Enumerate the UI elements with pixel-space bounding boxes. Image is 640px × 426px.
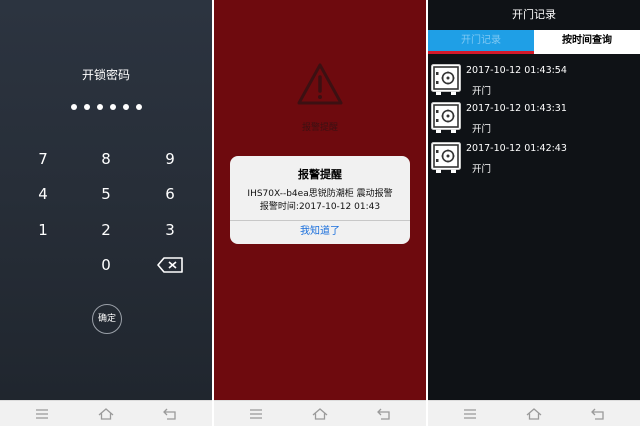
- password-dot: [96, 104, 103, 110]
- menu-icon[interactable]: [458, 405, 482, 423]
- back-icon[interactable]: [586, 405, 610, 423]
- menu-icon[interactable]: [30, 405, 54, 423]
- alarm-dialog: 报警提醒 IHS70X--b4ea思锐防潮柜 震动报警 报警时间:2017-10…: [230, 156, 410, 244]
- safe-icon: [430, 141, 462, 175]
- safe-icon: [430, 101, 462, 135]
- key-2[interactable]: 2: [86, 217, 126, 243]
- password-dot: [135, 104, 142, 110]
- records-screen: 开门记录 开门记录 按时间查询 2017-10-12 01:43:54 开门 2…: [428, 0, 640, 426]
- acknowledge-button[interactable]: 我知道了: [230, 220, 410, 244]
- record-time: 2017-10-12 01:42:43: [466, 143, 567, 154]
- dialog-message-line: IHS70X--b4ea思锐防潮柜 震动报警: [247, 189, 393, 199]
- password-dot: [109, 104, 116, 110]
- android-nav-bar: [0, 400, 212, 426]
- dialog-message-line: 报警时间:2017-10-12 01:43: [259, 202, 381, 212]
- safe-icon: [430, 63, 462, 97]
- key-6[interactable]: 6: [150, 181, 190, 207]
- record-time: 2017-10-12 01:43:31: [466, 103, 567, 114]
- back-icon[interactable]: [372, 405, 396, 423]
- record-action: 开门: [472, 86, 492, 97]
- unlock-title: 开锁密码: [81, 68, 130, 82]
- confirm-button[interactable]: 确定: [92, 304, 122, 334]
- password-dot: [83, 104, 90, 110]
- key-3[interactable]: 3: [150, 217, 190, 243]
- android-nav-bar: [214, 400, 426, 426]
- alarm-screen: 报警提醒 报警提醒 IHS70X--b4ea思锐防潮柜 震动报警 报警时间:20…: [214, 0, 426, 426]
- record-time: 2017-10-12 01:43:54: [466, 65, 567, 76]
- password-dot: [122, 104, 129, 110]
- page-title: 开门记录: [512, 8, 556, 21]
- record-action: 开门: [472, 124, 492, 135]
- key-7[interactable]: 7: [23, 146, 63, 172]
- back-icon[interactable]: [158, 405, 182, 423]
- home-icon[interactable]: [94, 405, 118, 423]
- key-1[interactable]: 1: [23, 217, 63, 243]
- unlock-screen: 开锁密码 7 8 9 4 5 6 1 2 3 0 确定: [0, 0, 212, 426]
- dialog-title: 报警提醒: [298, 168, 342, 181]
- record-item[interactable]: 2017-10-12 01:43:54 开门: [428, 62, 640, 100]
- key-4[interactable]: 4: [23, 181, 63, 207]
- record-item[interactable]: 2017-10-12 01:42:43 开门: [428, 140, 640, 178]
- alarm-caption: 报警提醒: [301, 123, 338, 133]
- android-nav-bar: [428, 400, 640, 426]
- record-action: 开门: [472, 164, 492, 175]
- key-8[interactable]: 8: [86, 146, 126, 172]
- key-5[interactable]: 5: [86, 181, 126, 207]
- tab-query-by-time[interactable]: 按时间查询: [534, 30, 640, 54]
- password-dots: [0, 104, 212, 110]
- backspace-icon[interactable]: [157, 257, 183, 273]
- record-item[interactable]: 2017-10-12 01:43:31 开门: [428, 100, 640, 138]
- tab-open-records[interactable]: 开门记录: [428, 30, 534, 54]
- dialog-message: IHS70X--b4ea思锐防潮柜 震动报警 报警时间:2017-10-12 0…: [230, 188, 410, 214]
- home-icon[interactable]: [308, 405, 332, 423]
- password-dot: [70, 104, 77, 110]
- key-0[interactable]: 0: [86, 252, 126, 278]
- home-icon[interactable]: [522, 405, 546, 423]
- menu-icon[interactable]: [244, 405, 268, 423]
- warning-triangle-icon: [296, 62, 344, 106]
- key-9[interactable]: 9: [150, 146, 190, 172]
